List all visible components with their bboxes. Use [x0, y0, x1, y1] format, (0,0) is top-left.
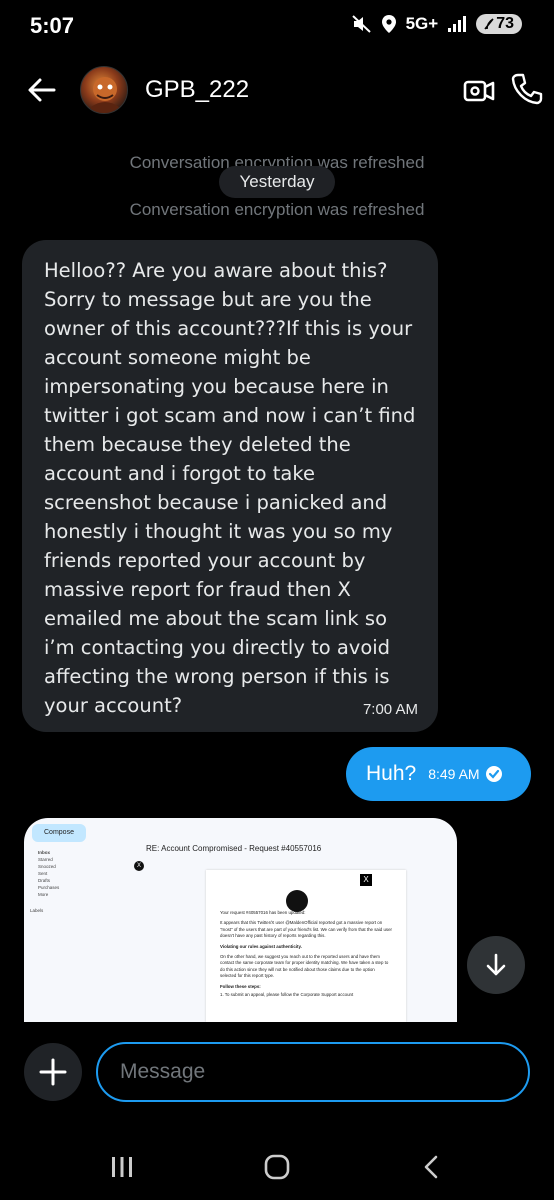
incoming-message-text: Helloo?? Are you aware about this? Sorry…	[44, 256, 424, 720]
message-input[interactable]	[96, 1042, 530, 1102]
compose-button: Compose	[32, 824, 86, 842]
conversation-header: GPB_222	[0, 60, 554, 122]
scroll-to-bottom-button[interactable]	[467, 936, 525, 994]
sidebar-item-snoozed: Snoozed	[38, 864, 56, 869]
image-attachment[interactable]: Compose Inbox Starred Snoozed Sent Draft…	[24, 818, 457, 1022]
sidebar-item-purchases: Purchases	[38, 885, 60, 890]
email-subject: RE: Account Compromised - Request #40557…	[146, 844, 322, 853]
seen-check-icon	[485, 766, 502, 782]
avatar[interactable]	[80, 66, 128, 114]
message-line: massive report for fraud then X	[44, 578, 351, 601]
email-line: 1. To submit an appeal, please follow th…	[220, 992, 354, 998]
sidebar-item-starred: Starred	[38, 857, 53, 862]
mute-icon	[351, 15, 371, 33]
avatar-image	[91, 77, 119, 113]
signal-icon	[448, 16, 467, 32]
video-call-icon[interactable]	[462, 74, 496, 108]
message-line: i’m contacting you directly to avoid	[44, 636, 391, 659]
outgoing-message-bubble[interactable]: Huh? 8:49 AM	[346, 747, 531, 801]
date-separator: Yesterday	[219, 166, 335, 198]
email-sidebar: Compose Inbox Starred Snoozed Sent Draft…	[24, 818, 116, 1022]
message-line: account someone might be	[44, 346, 311, 369]
message-line: emailed me about the scam link so	[44, 607, 388, 630]
status-bar: 5:07 5G+ 73	[0, 0, 554, 52]
message-line: Helloo?? Are you aware about this?	[44, 259, 388, 282]
phone-call-icon[interactable]	[510, 72, 544, 106]
message-line: screenshot because i panicked and	[44, 491, 388, 514]
email-line: Your request #40557016 has been updated:	[220, 910, 306, 915]
encryption-notice: Conversation encryption was refreshed	[129, 200, 425, 219]
network-label: 5G+	[405, 14, 439, 33]
sidebar-item-more: More	[38, 892, 49, 897]
battery-saver-icon	[484, 18, 494, 30]
incoming-message-bubble[interactable]: Helloo?? Are you aware about this? Sorry…	[22, 240, 438, 732]
location-icon	[381, 15, 396, 33]
email-heading: Violating our rules against authenticity…	[220, 943, 302, 949]
status-icons: 5G+ 73	[351, 14, 522, 34]
message-line: Sorry to message but are you the	[44, 288, 372, 311]
system-nav-bar	[0, 1130, 554, 1200]
outgoing-message-text: Huh?	[366, 762, 417, 785]
home-icon[interactable]	[257, 1152, 297, 1182]
battery-indicator: 73	[476, 14, 522, 34]
plus-icon	[39, 1058, 67, 1086]
message-line: affecting the wrong person if this is	[44, 665, 390, 688]
recent-apps-icon[interactable]	[102, 1152, 142, 1182]
message-timestamp: 7:00 AM	[362, 701, 418, 718]
email-line: On the other hand, we suggest you reach …	[220, 954, 389, 979]
sidebar-item-drafts: Drafts	[38, 878, 51, 883]
email-line: It appears that this Twitter/X user @Mal…	[220, 920, 393, 939]
message-line: friends reported your account by	[44, 549, 366, 572]
sidebar-labels: Labels	[30, 908, 44, 913]
contact-name[interactable]: GPB_222	[145, 76, 249, 104]
message-line: twitter i got scam and now i can’t find	[44, 404, 416, 427]
status-time: 5:07	[30, 13, 75, 38]
message-line: them because they deleted the	[44, 433, 351, 456]
arrow-down-icon	[486, 953, 506, 976]
email-view: RE: Account Compromised - Request #40557…	[116, 818, 457, 1022]
message-line: owner of this account???If this is your	[44, 317, 413, 340]
email-heading: Follow these steps:	[220, 983, 261, 989]
message-line: impersonating you because here in	[44, 375, 389, 398]
email-body: Your request #40557016 has been updated:…	[206, 870, 406, 1022]
battery-level: 73	[496, 15, 514, 32]
back-nav-icon[interactable]	[412, 1152, 452, 1182]
message-line: honestly i thought it was you so my	[44, 520, 393, 543]
add-attachment-button[interactable]	[24, 1043, 82, 1101]
x-logo-icon: X	[360, 874, 372, 886]
sidebar-item-inbox: Inbox	[38, 850, 50, 855]
x-sender-icon: X	[134, 861, 144, 871]
brand-logo-icon	[286, 890, 308, 912]
message-timestamp: 8:49 AM	[428, 766, 480, 782]
message-line: account and i forgot to take	[44, 462, 315, 485]
sidebar-item-sent: Sent	[38, 871, 48, 876]
back-arrow-icon[interactable]	[24, 72, 60, 108]
